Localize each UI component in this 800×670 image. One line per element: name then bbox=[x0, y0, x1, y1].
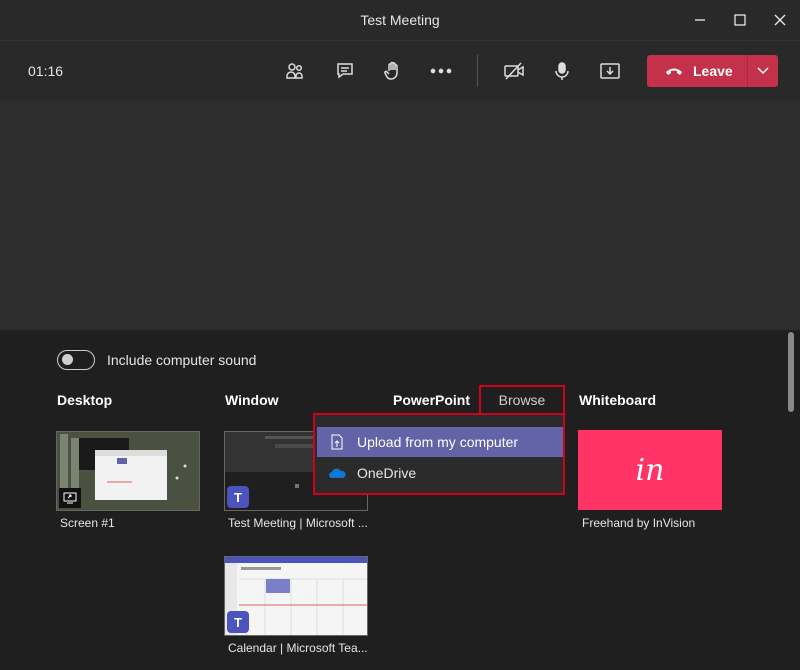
leave-button-group: Leave bbox=[647, 55, 778, 87]
meeting-toolbar: 01:16 Leave bbox=[0, 40, 800, 100]
raise-hand-button[interactable] bbox=[376, 55, 410, 87]
maximize-icon bbox=[734, 14, 746, 26]
teams-app-icon: T bbox=[227, 611, 249, 633]
section-powerpoint: PowerPoint bbox=[393, 392, 471, 408]
section-window: Window bbox=[225, 392, 279, 408]
include-sound-toggle[interactable] bbox=[57, 350, 95, 370]
share-tray-icon bbox=[600, 63, 620, 79]
menu-item-label: OneDrive bbox=[357, 465, 417, 481]
upload-file-icon bbox=[331, 434, 343, 450]
browse-dropdown-menu: Upload from my computer OneDrive bbox=[313, 413, 565, 495]
mic-toggle-button[interactable] bbox=[545, 55, 579, 87]
meeting-stage bbox=[0, 100, 800, 330]
more-options-button[interactable] bbox=[424, 55, 458, 87]
menu-item-label: Upload from my computer bbox=[357, 434, 519, 450]
camera-toggle-button[interactable] bbox=[497, 55, 531, 87]
desktop-item-label: Screen #1 bbox=[60, 516, 115, 530]
menu-item-upload-from-computer[interactable]: Upload from my computer bbox=[317, 427, 563, 457]
leave-label: Leave bbox=[693, 63, 733, 79]
minimize-button[interactable] bbox=[680, 0, 720, 40]
chat-icon bbox=[337, 63, 353, 79]
share-panel: Include computer sound Desktop Window Po… bbox=[0, 330, 800, 670]
include-sound-label: Include computer sound bbox=[107, 352, 257, 368]
whiteboard-item-label: Freehand by InVision bbox=[582, 516, 696, 530]
chat-button[interactable] bbox=[328, 55, 362, 87]
hang-up-icon bbox=[666, 68, 682, 75]
desktop-screen-thumbnail[interactable] bbox=[56, 431, 200, 511]
close-button[interactable] bbox=[760, 0, 800, 40]
section-whiteboard: Whiteboard bbox=[579, 392, 656, 408]
chevron-down-icon bbox=[757, 67, 769, 75]
invision-logo: in bbox=[635, 452, 665, 488]
title-bar: Test Meeting bbox=[0, 0, 800, 40]
participants-icon bbox=[286, 63, 303, 79]
more-icon bbox=[430, 68, 452, 74]
toolbar-divider bbox=[477, 55, 478, 87]
whiteboard-freehand-thumbnail[interactable]: in bbox=[578, 430, 722, 510]
mic-icon bbox=[555, 62, 569, 80]
leave-button[interactable]: Leave bbox=[647, 55, 747, 87]
minimize-icon bbox=[695, 19, 705, 21]
screen-share-icon bbox=[63, 492, 77, 504]
share-tray-button[interactable] bbox=[593, 55, 627, 87]
window-item-label: Test Meeting | Microsoft ... bbox=[228, 516, 368, 530]
window-item-label: Calendar | Microsoft Tea... bbox=[228, 641, 368, 655]
menu-item-onedrive[interactable]: OneDrive bbox=[317, 458, 563, 488]
maximize-button[interactable] bbox=[720, 0, 760, 40]
leave-options-button[interactable] bbox=[748, 55, 778, 87]
close-icon bbox=[774, 14, 786, 26]
onedrive-icon bbox=[329, 468, 346, 478]
raise-hand-icon bbox=[384, 61, 398, 80]
section-desktop: Desktop bbox=[57, 392, 113, 408]
meeting-timer: 01:16 bbox=[28, 63, 64, 79]
panel-scrollbar[interactable] bbox=[788, 332, 794, 412]
browse-button[interactable]: Browse bbox=[479, 385, 565, 415]
participants-button[interactable] bbox=[278, 55, 312, 87]
screen-share-badge bbox=[59, 488, 81, 508]
toggle-knob bbox=[62, 354, 73, 365]
window-thumbnail-calendar[interactable]: T bbox=[224, 556, 368, 636]
camera-off-icon bbox=[504, 62, 524, 80]
teams-app-icon: T bbox=[227, 486, 249, 508]
